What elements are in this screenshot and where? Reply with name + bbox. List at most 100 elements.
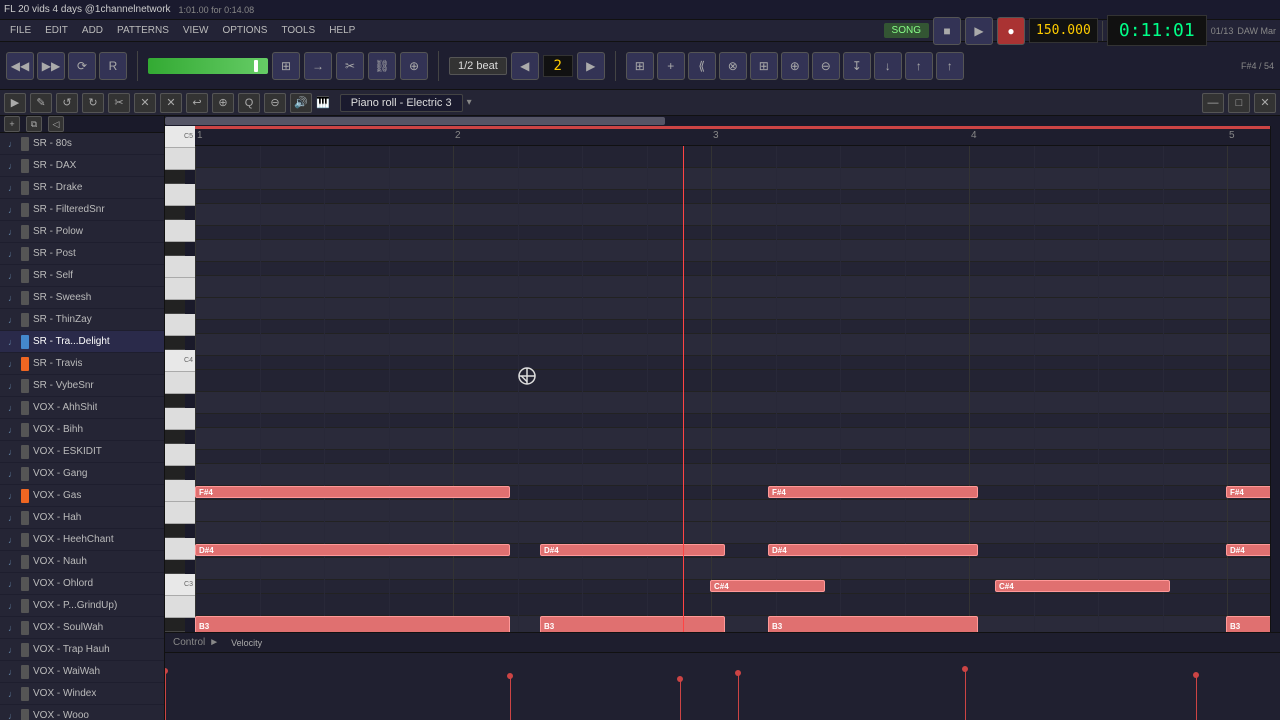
track-item-5[interactable]: ♩SR - Post [0,243,164,265]
track-item-10[interactable]: ♩SR - Travis [0,353,164,375]
song-button[interactable]: SONG [884,23,929,38]
tb2-pencil[interactable]: ✎ [30,93,52,113]
track-item-24[interactable]: ♩VOX - WaiWah [0,661,164,683]
beat-next[interactable]: ▶ [577,52,605,80]
piano-key-B3[interactable] [165,596,195,618]
tb2-del[interactable]: ✕ [160,93,182,113]
piano-key-G5[interactable] [165,220,195,242]
mini-scrollbar[interactable] [165,116,1280,126]
piano-key-A#3[interactable] [165,618,185,632]
menu-tools[interactable]: TOOLS [275,23,321,38]
track-add-button[interactable]: + [4,116,20,132]
piano-key-B5[interactable] [165,148,195,170]
piano-key-A#4[interactable] [165,394,185,408]
tb2-play[interactable]: ▶ [4,93,26,113]
mixer-button[interactable]: ⊞ [272,52,300,80]
track-item-1[interactable]: ♩SR - DAX [0,155,164,177]
note-7[interactable]: C#4 [710,580,825,592]
beat-prev[interactable]: ◀ [511,52,539,80]
record-button[interactable]: ● [997,17,1025,45]
tb2-plus[interactable]: ⊕ [212,93,234,113]
piano-key-C3[interactable]: C3 [165,574,195,596]
track-item-0[interactable]: ♩SR - 80s [0,133,164,155]
piano-key-F4[interactable] [165,480,195,502]
tb-btn-11[interactable]: ↑ [936,52,964,80]
note-8[interactable]: C#4 [995,580,1170,592]
stop-button[interactable]: ■ [933,17,961,45]
tb-btn-1[interactable]: ⊞ [626,52,654,80]
tb-btn-3[interactable]: ⟪ [688,52,716,80]
track-item-20[interactable]: ♩VOX - Ohlord [0,573,164,595]
loop-button[interactable]: ⟳ [68,52,96,80]
piano-key-D#5[interactable] [165,300,185,314]
stamp-button[interactable]: ⊕ [400,52,428,80]
note-11[interactable]: B3 [768,616,978,632]
piano-key-C#4[interactable] [165,560,185,574]
piano-key-A4[interactable] [165,408,195,430]
menu-view[interactable]: VIEW [177,23,215,38]
tb2-undo[interactable]: ↺ [56,93,78,113]
piano-key-F#4[interactable] [165,466,185,480]
tb-btn-2[interactable]: + [657,52,685,80]
piano-key-A#5[interactable] [165,170,185,184]
track-item-26[interactable]: ♩VOX - Wooo [0,705,164,720]
tb2-minimize[interactable]: — [1202,93,1224,113]
menu-file[interactable]: FILE [4,23,37,38]
piano-key-E5[interactable] [165,278,195,300]
track-item-4[interactable]: ♩SR - Polow [0,221,164,243]
track-item-7[interactable]: ♩SR - Sweesh [0,287,164,309]
piano-key-G#5[interactable] [165,206,185,220]
track-item-2[interactable]: ♩SR - Drake [0,177,164,199]
roll-content[interactable]: F#4F#4F#4D#4D#4D#4D#4C#4C#4B3B3B3B3A#3G#… [195,146,1270,632]
tb2-close[interactable]: ✕ [1254,93,1276,113]
piano-key-D5[interactable] [165,314,195,336]
track-item-16[interactable]: ♩VOX - Gas [0,485,164,507]
note-9[interactable]: B3 [195,616,510,632]
edit-button[interactable]: ✂ [336,52,364,80]
track-item-19[interactable]: ♩VOX - Nauh [0,551,164,573]
tb-btn-10[interactable]: ↑ [905,52,933,80]
prev-button[interactable]: ◀◀ [6,52,34,80]
piano-roll-dropdown[interactable]: ▾ [467,97,472,108]
piano-key-A5[interactable] [165,184,195,206]
note-5[interactable]: D#4 [768,544,978,556]
tb2-back[interactable]: ↩ [186,93,208,113]
track-item-3[interactable]: ♩SR - FilteredSnr [0,199,164,221]
track-item-9[interactable]: ♩SR - Tra...Delight [0,331,164,353]
mini-scrollbar-thumb[interactable] [165,117,665,125]
piano-key-C#5[interactable] [165,336,185,350]
tb2-maximize[interactable]: □ [1228,93,1250,113]
piano-key-C4[interactable]: C4 [165,350,195,372]
track-item-11[interactable]: ♩SR - VybeSnr [0,375,164,397]
fast-forward-button[interactable]: ▶▶ [37,52,65,80]
track-item-14[interactable]: ♩VOX - ESKIDIT [0,441,164,463]
track-item-13[interactable]: ♩VOX - Bihh [0,419,164,441]
track-item-18[interactable]: ♩VOX - HeehChant [0,529,164,551]
tb2-redo[interactable]: ↻ [82,93,104,113]
menu-help[interactable]: HELP [323,23,361,38]
menu-edit[interactable]: EDIT [39,23,74,38]
link-button[interactable]: ⛓ [368,52,396,80]
track-item-17[interactable]: ♩VOX - Hah [0,507,164,529]
tb2-add[interactable]: ✕ [134,93,156,113]
control-arrow[interactable]: ► [209,637,219,648]
tb-btn-4[interactable]: ⊗ [719,52,747,80]
track-item-25[interactable]: ♩VOX - Windex [0,683,164,705]
menu-options[interactable]: OPTIONS [216,23,273,38]
tb-btn-6[interactable]: ⊕ [781,52,809,80]
beat-label[interactable]: 1/2 beat [449,57,507,75]
note-6[interactable]: D#4 [1226,544,1270,556]
tb-btn-8[interactable]: ↧ [843,52,871,80]
note-0[interactable]: F#4 [195,486,510,498]
piano-key-C5[interactable]: C5 [165,126,195,148]
piano-key-G4[interactable] [165,444,195,466]
vertical-scrollbar[interactable] [1270,126,1280,632]
tb2-sel[interactable]: Q [238,93,260,113]
tb-btn-9[interactable]: ↓ [874,52,902,80]
record-count-button[interactable]: R [99,52,127,80]
menu-add[interactable]: ADD [76,23,109,38]
play-button[interactable]: ▶ [965,17,993,45]
arrow-button[interactable]: → [304,52,332,80]
tb2-cut[interactable]: ✂ [108,93,130,113]
note-1[interactable]: F#4 [768,486,978,498]
